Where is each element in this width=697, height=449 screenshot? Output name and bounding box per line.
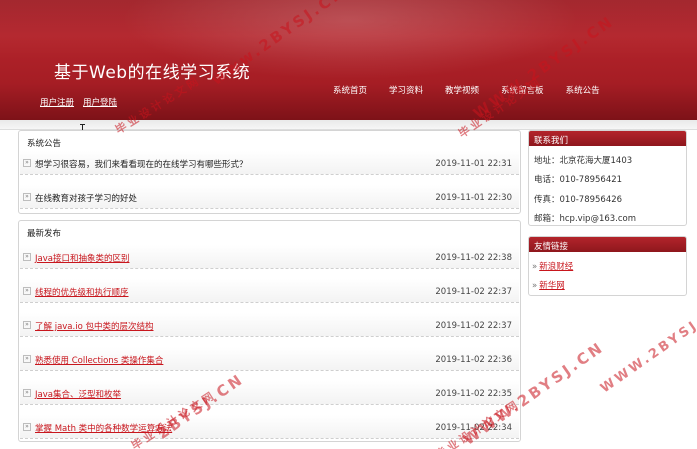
- contact-panel: 联系我们 地址：北京花海大厦1403 电话：010-78956421 传真：01…: [528, 130, 687, 226]
- item-title[interactable]: 了解 java.io 包中类的层次结构: [35, 320, 153, 332]
- item-title: 在线教育对孩子学习的好处: [35, 194, 138, 204]
- item-title[interactable]: 掌握 Math 类中的各种数学运算方法: [35, 422, 172, 434]
- item-date: 2019-11-02 22:37: [435, 287, 512, 297]
- item-date: 2019-11-02 22:34: [435, 423, 512, 433]
- latest-title: 最新发布: [27, 229, 62, 239]
- friend-link-item: » 新浪财经: [532, 260, 573, 272]
- item-date: 2019-11-02 22:36: [435, 355, 512, 365]
- register-link[interactable]: 用户注册: [40, 96, 74, 108]
- friend-links-header: 友情链接: [529, 237, 686, 252]
- announcements-title: 系统公告: [27, 139, 62, 149]
- double-chevron-icon: »: [532, 281, 538, 291]
- item-title[interactable]: Java接口和抽象类的区别: [35, 252, 129, 264]
- contact-title: 联系我们: [534, 136, 569, 146]
- item-date: 2019-11-01 22:30: [435, 193, 512, 203]
- friend-link-item: » 新华网: [532, 279, 565, 291]
- site-header: 基于Web的在线学习系统 用户注册 用户登陆 系统首页 学习资料 教学视频 系统…: [0, 0, 697, 120]
- friend-links-title: 友情链接: [534, 242, 569, 252]
- list-item[interactable]: » 想学习很容易，我们来看看现在的在线学习有哪些形式？ 2019-11-01 2…: [20, 151, 519, 175]
- item-title[interactable]: Java集合、泛型和枚举: [35, 388, 121, 400]
- contact-address: 地址：北京花海大厦1403: [534, 156, 633, 166]
- item-date: 2019-11-01 22:31: [435, 159, 512, 169]
- list-item[interactable]: » 线程的优先级和执行顺序 2019-11-02 22:37: [20, 279, 519, 303]
- double-chevron-icon: »: [23, 389, 31, 397]
- contact-email: 邮箱：hcp.vip@163.com: [534, 214, 637, 224]
- contact-phone: 电话：010-78956421: [534, 175, 623, 185]
- list-item[interactable]: » 在线教育对孩子学习的好处 2019-11-01 22:30: [20, 185, 519, 209]
- nav-materials[interactable]: 学习资料: [389, 84, 423, 96]
- double-chevron-icon: »: [23, 287, 31, 295]
- double-chevron-icon: »: [23, 159, 31, 167]
- site-title: 基于Web的在线学习系统: [54, 63, 251, 83]
- item-title[interactable]: 线程的优先级和执行顺序: [35, 286, 129, 298]
- nav-home[interactable]: 系统首页: [333, 84, 367, 96]
- nav-message-board[interactable]: 系统留言板: [501, 84, 544, 96]
- header-sheen: [0, 0, 697, 60]
- item-date: 2019-11-02 22:37: [435, 321, 512, 331]
- double-chevron-icon: »: [23, 321, 31, 329]
- main-nav: 系统首页 学习资料 教学视频 系统留言板 系统公告: [333, 84, 600, 96]
- friend-links-panel: 友情链接 » 新浪财经 » 新华网: [528, 236, 687, 296]
- friend-link-xinhua[interactable]: 新华网: [539, 281, 565, 291]
- contact-header: 联系我们: [529, 131, 686, 146]
- list-item[interactable]: » 熟悉使用 Collections 类操作集合 2019-11-02 22:3…: [20, 347, 519, 371]
- item-date: 2019-11-02 22:35: [435, 389, 512, 399]
- item-date: 2019-11-02 22:38: [435, 253, 512, 263]
- item-title[interactable]: 熟悉使用 Collections 类操作集合: [35, 354, 163, 366]
- contact-fax: 传真：010-78956426: [534, 195, 623, 205]
- watermark: WWW.2BYSJ.CN: [598, 297, 697, 397]
- double-chevron-icon: »: [23, 423, 31, 431]
- list-item[interactable]: » Java集合、泛型和枚举 2019-11-02 22:35: [20, 381, 519, 405]
- item-title: 想学习很容易，我们来看看现在的在线学习有哪些形式？: [35, 160, 248, 170]
- list-item[interactable]: » 了解 java.io 包中类的层次结构 2019-11-02 22:37: [20, 313, 519, 337]
- login-link[interactable]: 用户登陆: [83, 96, 117, 108]
- list-item[interactable]: » Java接口和抽象类的区别 2019-11-02 22:38: [20, 245, 519, 269]
- friend-link-sina[interactable]: 新浪财经: [539, 262, 573, 272]
- double-chevron-icon: »: [532, 262, 538, 272]
- nav-videos[interactable]: 教学视频: [445, 84, 479, 96]
- announcements-panel: 系统公告 » 想学习很容易，我们来看看现在的在线学习有哪些形式？ 2019-11…: [18, 130, 521, 214]
- list-item[interactable]: » 掌握 Math 类中的各种数学运算方法 2019-11-02 22:34: [20, 415, 519, 439]
- double-chevron-icon: »: [23, 253, 31, 261]
- nav-announcements[interactable]: 系统公告: [566, 84, 600, 96]
- double-chevron-icon: »: [23, 193, 31, 201]
- double-chevron-icon: »: [23, 355, 31, 363]
- latest-panel: 最新发布 » Java接口和抽象类的区别 2019-11-02 22:38 » …: [18, 220, 521, 442]
- user-links: 用户注册 用户登陆: [40, 96, 117, 108]
- sub-bar: [0, 120, 697, 130]
